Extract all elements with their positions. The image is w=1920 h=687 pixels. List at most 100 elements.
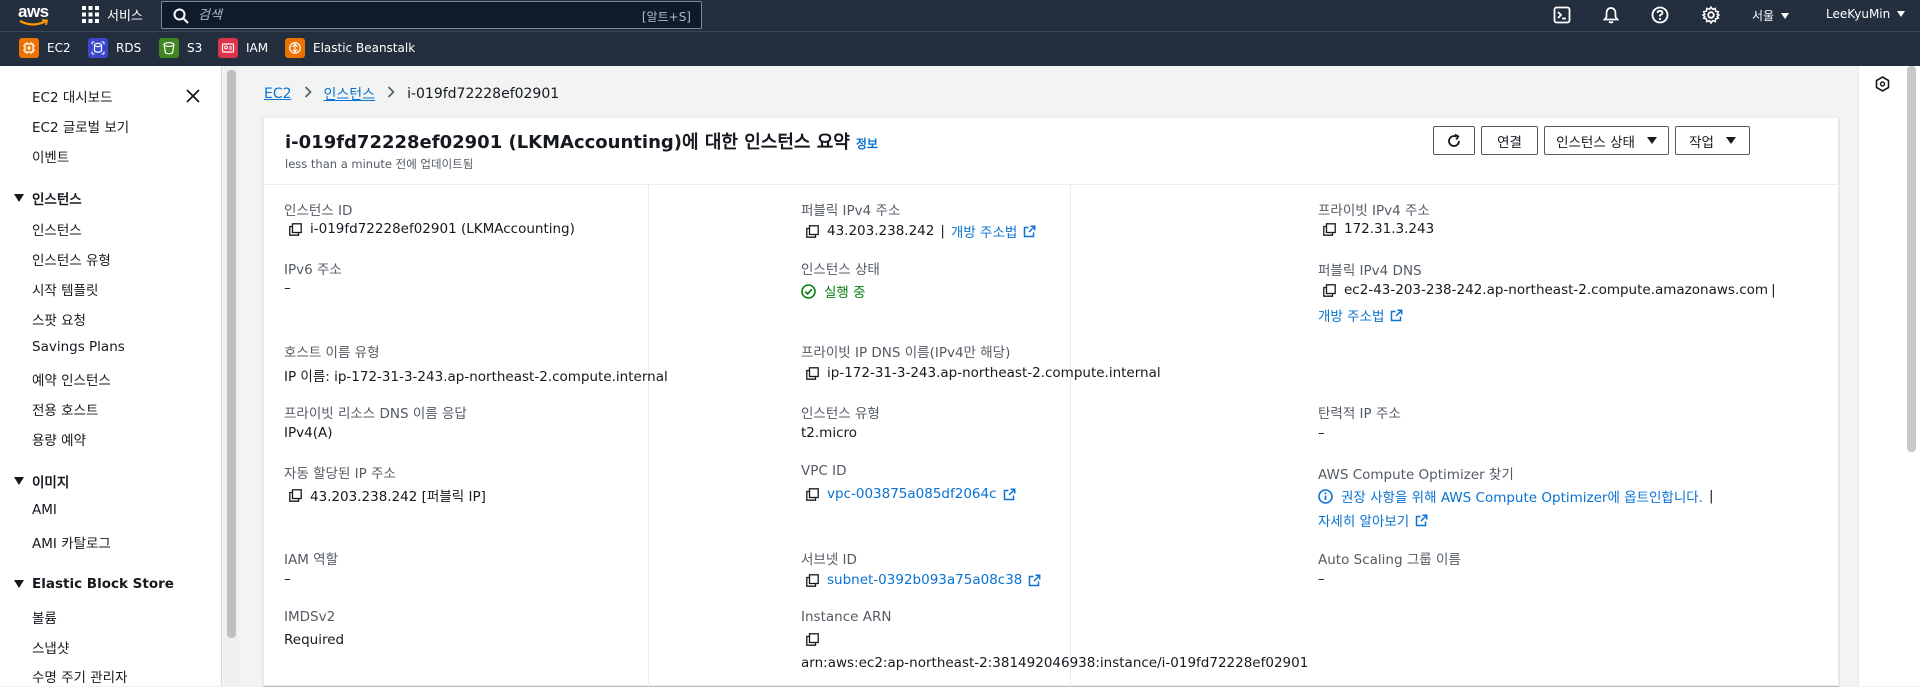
settings-gear-icon[interactable] (1701, 5, 1721, 25)
field-label-ipv6: IPv6 주소 (284, 262, 342, 278)
services-menu-button[interactable]: 서비스 (82, 5, 143, 24)
external-link-icon[interactable] (1003, 488, 1016, 501)
region-label: 서울 (1752, 9, 1775, 23)
field-value-vpc-id: vpc-003875a085df2064c (806, 486, 1016, 502)
info-panel-icon[interactable] (1875, 76, 1890, 96)
column-divider (1070, 185, 1071, 687)
copy-icon[interactable] (1323, 222, 1336, 236)
last-updated-text: less than a minute 전에 업데이트됨 (285, 157, 474, 171)
account-menu[interactable]: LeeKyuMin (1826, 7, 1906, 21)
field-value-asg-name: – (1318, 571, 1325, 587)
caret-down-icon (14, 477, 24, 485)
external-link-icon[interactable] (1028, 574, 1041, 587)
copy-icon[interactable] (806, 224, 819, 238)
vpc-id-link[interactable]: vpc-003875a085df2064c (827, 486, 997, 502)
sidebar-item-ami[interactable]: AMI (32, 502, 57, 518)
external-link-icon[interactable] (1023, 225, 1036, 238)
external-link-icon[interactable] (1390, 309, 1403, 322)
sidebar-item-ec2-global-view[interactable]: EC2 글로벌 보기 (32, 116, 129, 136)
sidebar-item-reserved-instances[interactable]: 예약 인스턴스 (32, 369, 111, 389)
notification-bell-icon[interactable] (1602, 6, 1620, 24)
sidebar-item-launch-templates[interactable]: 시작 템플릿 (32, 279, 98, 299)
favorite-rds[interactable]: RDS (88, 38, 141, 58)
copy-icon[interactable] (806, 487, 819, 501)
sidebar-scrollbar[interactable] (224, 66, 239, 686)
actions-dropdown[interactable]: 작업 (1675, 126, 1750, 155)
sidebar-item-lifecycle-manager[interactable]: 수명 주기 관리자 (32, 666, 128, 686)
connect-button[interactable]: 연결 (1481, 126, 1538, 155)
sidebar-item-ami-catalog[interactable]: AMI 카탈로그 (32, 532, 111, 552)
sidebar-item-ec2-dashboard[interactable]: EC2 대시보드 (32, 86, 113, 106)
instance-state-dropdown[interactable]: 인스턴스 상태 (1544, 126, 1669, 155)
instance-state-value: 실행 중 (824, 285, 866, 301)
sidebar-item-events[interactable]: 이벤트 (32, 146, 69, 166)
learn-more-link[interactable]: 자세히 알아보기 (1318, 510, 1409, 530)
breadcrumb: EC2 인스턴스 i-019fd72228ef02901 (264, 84, 559, 104)
field-value-instance-type: t2.micro (801, 425, 858, 441)
sidebar-item-instance-types[interactable]: 인스턴스 유형 (32, 249, 111, 269)
success-check-icon (801, 283, 816, 299)
field-value-compute-optimizer: 권장 사항을 위해 AWS Compute Optimizer에 옵트인합니다.… (1318, 486, 1714, 506)
copy-icon[interactable] (806, 573, 819, 587)
sidebar-item-snapshots[interactable]: 스냅샷 (32, 637, 69, 657)
copy-icon[interactable] (289, 488, 302, 502)
close-sidebar-icon[interactable] (184, 87, 202, 105)
chevron-right-icon (387, 86, 395, 102)
search-box[interactable]: [알트+S] (161, 1, 702, 29)
scrollbar-thumb[interactable] (1907, 66, 1916, 452)
favorite-ec2[interactable]: EC2 (19, 38, 71, 58)
sidebar-item-instances[interactable]: 인스턴스 (32, 219, 82, 239)
sidebar-section-instances[interactable]: 인스턴스 (14, 188, 82, 208)
field-label-auto-assigned-ip: 자동 할당된 IP 주소 (284, 466, 396, 482)
refresh-button[interactable] (1433, 126, 1475, 155)
services-label: 서비스 (107, 9, 143, 24)
favorite-label: EC2 (47, 41, 71, 55)
copy-icon[interactable] (289, 222, 302, 236)
aws-smile-icon (19, 19, 49, 26)
separator: | (1708, 488, 1714, 504)
search-shortcut-hint: [알트+S] (641, 10, 691, 24)
field-label-vpc-id: VPC ID (801, 463, 847, 479)
section-title: Elastic Block Store (32, 576, 174, 592)
compute-optimizer-opt-in-link[interactable]: 권장 사항을 위해 AWS Compute Optimizer에 옵트인합니다. (1341, 486, 1703, 506)
copy-icon[interactable] (806, 633, 819, 646)
copy-icon[interactable] (806, 366, 819, 380)
favorite-label: Elastic Beanstalk (313, 41, 416, 55)
breadcrumb-instances[interactable]: 인스턴스 (324, 84, 376, 104)
external-link-icon[interactable] (1415, 514, 1428, 527)
copy-icon[interactable] (1323, 283, 1336, 297)
sidebar-section-ebs[interactable]: Elastic Block Store (14, 576, 174, 592)
sidebar-item-spot-requests[interactable]: 스팟 요청 (32, 309, 86, 329)
help-icon[interactable] (1651, 6, 1669, 24)
field-value-subnet-id: subnet-0392b093a75a08c38 (806, 572, 1041, 588)
field-arn-copy (806, 633, 827, 646)
region-selector[interactable]: 서울 (1752, 7, 1790, 24)
breadcrumb-ec2[interactable]: EC2 (264, 86, 292, 102)
cloudshell-icon[interactable] (1553, 6, 1571, 24)
open-address-link[interactable]: 개방 주소법 (951, 221, 1017, 241)
aws-logo[interactable]: aws (18, 3, 52, 27)
iam-service-icon (218, 38, 238, 58)
sidebar-item-capacity-reservations[interactable]: 용량 예약 (32, 429, 86, 449)
actions-label: 작업 (1689, 134, 1714, 151)
field-label-hostname-type: 호스트 이름 유형 (284, 345, 380, 361)
field-value-private-ipv4: 172.31.3.243 (1323, 221, 1434, 237)
info-link[interactable]: 정보 (856, 137, 878, 151)
field-value-iam-role: – (284, 571, 291, 587)
favorite-s3[interactable]: S3 (159, 38, 202, 58)
sidebar-item-savings-plans[interactable]: Savings Plans (32, 339, 125, 355)
page-scrollbar[interactable] (1903, 66, 1920, 686)
sidebar-section-images[interactable]: 이미지 (14, 471, 69, 491)
sidebar-item-volumes[interactable]: 볼륨 (32, 607, 57, 627)
chevron-right-icon (304, 86, 312, 102)
scrollbar-thumb[interactable] (227, 70, 236, 638)
field-value-private-dns: ip-172-31-3-243.ap-northeast-2.compute.i… (806, 365, 1161, 381)
favorite-iam[interactable]: IAM (218, 38, 268, 58)
instance-id-value: i-019fd72228ef02901 (LKMAccounting) (310, 221, 575, 237)
search-input[interactable] (198, 5, 618, 25)
open-address-link[interactable]: 개방 주소법 (1318, 305, 1384, 325)
sidebar-item-dedicated-hosts[interactable]: 전용 호스트 (32, 399, 98, 419)
favorite-elastic-beanstalk[interactable]: Elastic Beanstalk (285, 38, 415, 58)
subnet-id-link[interactable]: subnet-0392b093a75a08c38 (827, 572, 1022, 588)
elastic-beanstalk-icon (285, 38, 305, 58)
